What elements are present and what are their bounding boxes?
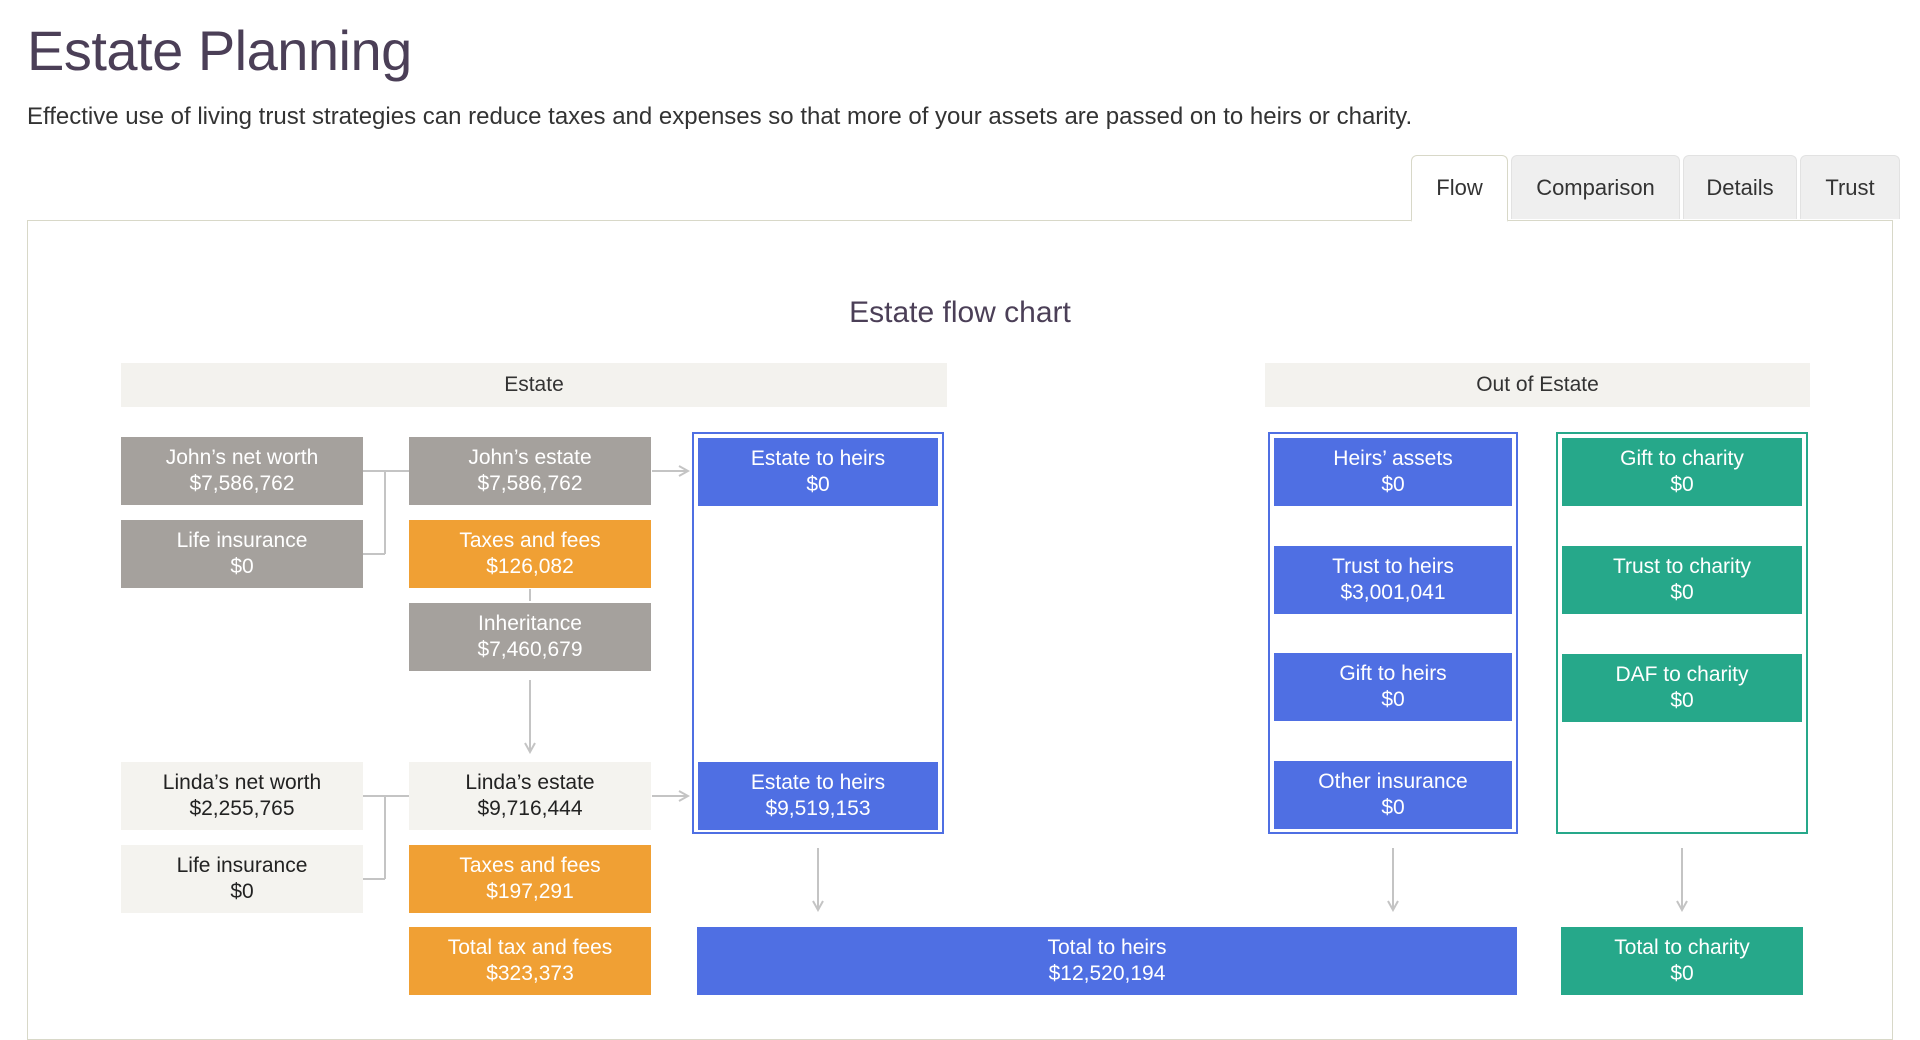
- node-value: $12,520,194: [1048, 962, 1166, 985]
- node-john-life-insurance: Life insurance $0: [121, 520, 363, 588]
- node-label: Taxes and fees: [459, 854, 601, 877]
- node-label: Life insurance: [176, 529, 308, 552]
- node-label: DAF to charity: [1615, 663, 1749, 686]
- node-total-tax-and-fees: Total tax and fees $323,373: [409, 927, 651, 995]
- node-total-to-charity: Total to charity $0: [1561, 927, 1803, 995]
- node-label: Trust to charity: [1612, 555, 1752, 578]
- node-label: Total to heirs: [1047, 936, 1167, 959]
- node-linda-net-worth: Linda’s net worth $2,255,765: [121, 762, 363, 830]
- node-daf-to-charity: DAF to charity $0: [1562, 654, 1802, 722]
- node-value: $0: [806, 473, 830, 496]
- node-value: $9,519,153: [765, 797, 871, 820]
- node-value: $9,716,444: [477, 797, 583, 820]
- node-label: Taxes and fees: [459, 529, 601, 552]
- node-linda-taxes-and-fees: Taxes and fees $197,291: [409, 845, 651, 913]
- node-value: $7,460,679: [477, 638, 583, 661]
- node-label: Linda’s net worth: [162, 771, 322, 794]
- node-linda-life-insurance: Life insurance $0: [121, 845, 363, 913]
- tab-trust[interactable]: Trust: [1800, 155, 1900, 219]
- page-description: Effective use of living trust strategies…: [27, 103, 1413, 130]
- node-gift-to-charity: Gift to charity $0: [1562, 438, 1802, 506]
- node-value: $3,001,041: [1340, 581, 1446, 604]
- node-trust-to-charity: Trust to charity $0: [1562, 546, 1802, 614]
- node-linda-estate: Linda’s estate $9,716,444: [409, 762, 651, 830]
- tab-flow[interactable]: Flow: [1411, 155, 1508, 222]
- node-label: Total tax and fees: [447, 936, 613, 959]
- out-of-estate-section-header: Out of Estate: [1265, 363, 1810, 407]
- node-value: $0: [1381, 473, 1405, 496]
- tab-bar: Flow Comparison Details Trust: [0, 155, 1920, 222]
- node-value: $197,291: [486, 880, 574, 903]
- node-label: John’s estate: [468, 446, 592, 469]
- node-value: $126,082: [486, 555, 574, 578]
- node-other-insurance: Other insurance $0: [1274, 761, 1512, 829]
- node-value: $7,586,762: [477, 472, 583, 495]
- node-trust-to-heirs: Trust to heirs $3,001,041: [1274, 546, 1512, 614]
- node-value: $0: [1670, 581, 1694, 604]
- chart-title: Estate flow chart: [849, 296, 1071, 329]
- node-label: Other insurance: [1318, 770, 1468, 793]
- node-label: Gift to charity: [1620, 447, 1744, 470]
- node-value: $0: [1670, 689, 1694, 712]
- node-linda-estate-to-heirs: Estate to heirs $9,519,153: [698, 762, 938, 830]
- node-value: $0: [230, 555, 254, 578]
- node-gift-to-heirs: Gift to heirs $0: [1274, 653, 1512, 721]
- estate-section-header: Estate: [121, 363, 947, 407]
- node-label: Estate to heirs: [750, 447, 886, 470]
- node-value: $7,586,762: [189, 472, 295, 495]
- node-heirs-assets: Heirs’ assets $0: [1274, 438, 1512, 506]
- node-label: John’s net worth: [165, 446, 319, 469]
- node-value: $2,255,765: [189, 797, 295, 820]
- tab-comparison[interactable]: Comparison: [1511, 155, 1680, 219]
- page-title: Estate Planning: [27, 19, 412, 82]
- node-john-taxes-and-fees: Taxes and fees $126,082: [409, 520, 651, 588]
- node-label: Estate to heirs: [750, 771, 886, 794]
- node-label: Total to charity: [1614, 936, 1750, 959]
- node-label: Inheritance: [478, 612, 582, 635]
- node-total-to-heirs: Total to heirs $12,520,194: [697, 927, 1517, 995]
- node-inheritance: Inheritance $7,460,679: [409, 603, 651, 671]
- node-label: Linda’s estate: [465, 771, 595, 794]
- node-value: $0: [230, 880, 254, 903]
- node-label: Gift to heirs: [1339, 662, 1447, 685]
- tab-details[interactable]: Details: [1683, 155, 1797, 219]
- node-value: $0: [1670, 962, 1694, 985]
- node-value: $0: [1670, 473, 1694, 496]
- node-john-net-worth: John’s net worth $7,586,762: [121, 437, 363, 505]
- node-value: $323,373: [486, 962, 574, 985]
- node-john-estate-to-heirs: Estate to heirs $0: [698, 438, 938, 506]
- node-label: Trust to heirs: [1332, 555, 1454, 578]
- node-label: Life insurance: [176, 854, 308, 877]
- node-value: $0: [1381, 688, 1405, 711]
- node-john-estate: John’s estate $7,586,762: [409, 437, 651, 505]
- node-value: $0: [1381, 796, 1405, 819]
- node-label: Heirs’ assets: [1333, 447, 1453, 470]
